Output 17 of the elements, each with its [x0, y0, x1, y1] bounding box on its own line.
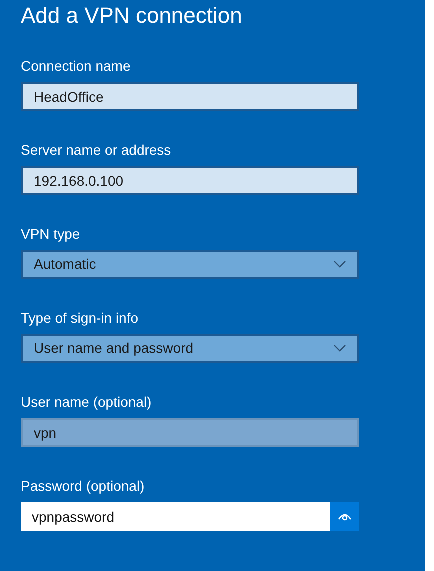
- eye-icon: [338, 512, 352, 521]
- chevron-down-icon: [334, 261, 346, 268]
- field-label: Type of sign-in info: [21, 309, 139, 328]
- field-label: User name (optional): [21, 393, 152, 412]
- dropdown[interactable]: Automatic: [21, 250, 359, 279]
- field-label: Server name or address: [21, 141, 172, 160]
- dialog-title: Add a VPN connection: [21, 2, 244, 30]
- text-field[interactable]: 192.168.0.100: [21, 166, 359, 195]
- chevron-down-icon: [334, 345, 346, 352]
- field-label: VPN type: [21, 225, 80, 244]
- field-label: Password (optional): [21, 477, 145, 496]
- password-field[interactable]: vpnpassword: [21, 502, 330, 531]
- field-label: Connection name: [21, 57, 131, 76]
- text-field[interactable]: vpn: [21, 418, 359, 447]
- text-field[interactable]: HeadOffice: [21, 82, 359, 111]
- dropdown[interactable]: User name and password: [21, 334, 359, 363]
- reveal-password-button[interactable]: [330, 502, 359, 531]
